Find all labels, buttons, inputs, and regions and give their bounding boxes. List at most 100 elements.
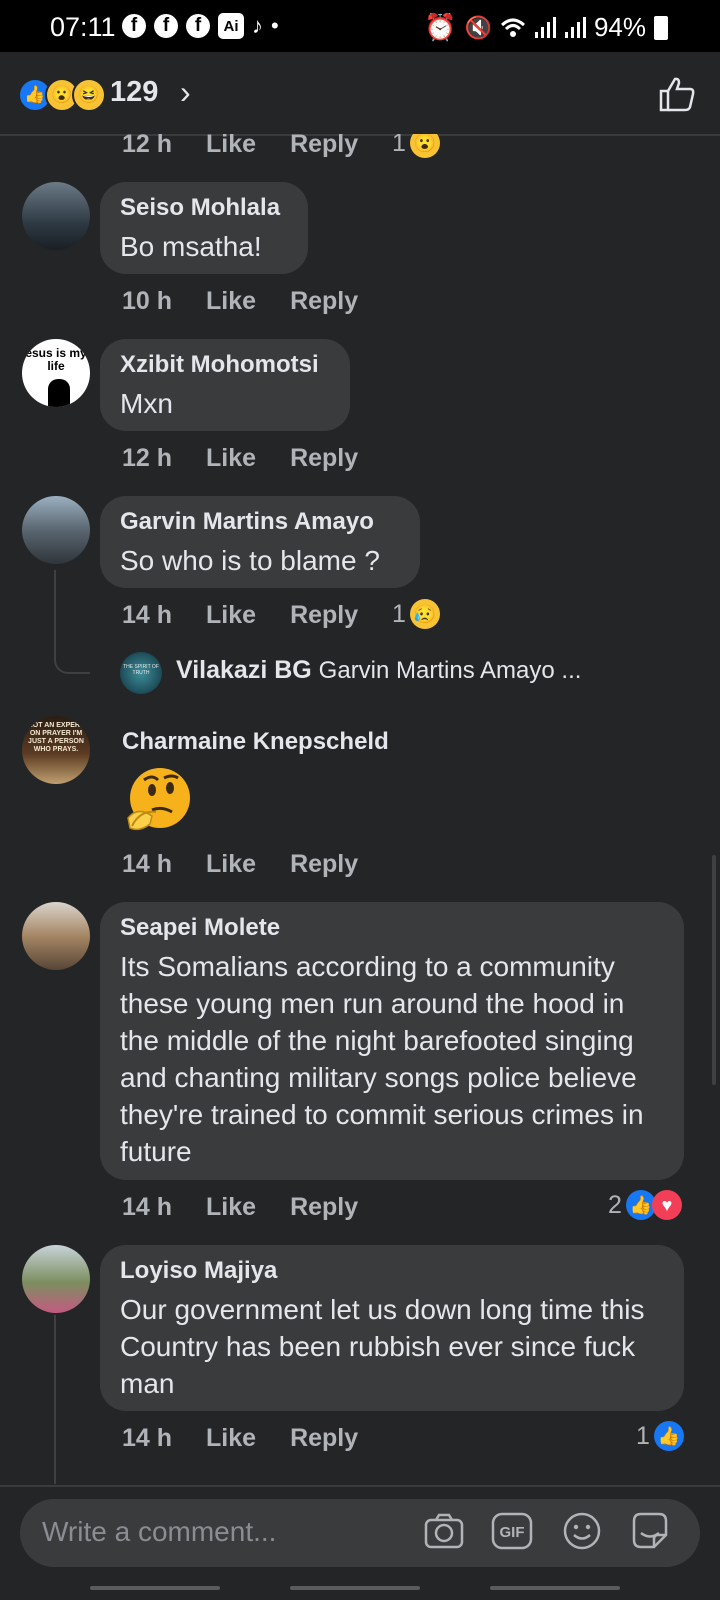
more-notifications-dot-icon: • [271, 13, 279, 38]
like-button[interactable]: Like [206, 287, 256, 316]
love-reaction-icon: ♥ [651, 1190, 682, 1220]
system-nav-bar [0, 1576, 720, 1600]
reply-snippet: Garvin Martins Amayo ... [318, 657, 582, 684]
comment-actions: 14 h Like Reply [122, 850, 358, 879]
comment-time: 14 h [122, 1193, 173, 1221]
comment-text: Bo msatha! [120, 231, 262, 262]
facebook-notification-icon: f [122, 14, 146, 38]
like-button[interactable]: Like [206, 1193, 256, 1222]
comment-actions: 14 h Like Reply [122, 1193, 358, 1222]
comments-list[interactable]: 12 h Like Reply 1 😮 Seiso Mohlala Bo msa… [0, 134, 720, 1484]
comment-author[interactable]: Xzibit Mohomotsi [120, 351, 330, 379]
avatar-text: NOT AN EXPERT ON PRAYER I'M JUST A PERSO… [27, 722, 85, 753]
like-post-icon[interactable] [658, 76, 696, 112]
thinking-face-emoji [127, 768, 190, 831]
signal-icon [564, 16, 586, 38]
avatar[interactable]: esus is my life [22, 339, 90, 407]
comment-bubble[interactable]: Xzibit Mohomotsi Mxn [100, 339, 350, 431]
like-button[interactable]: Like [206, 134, 256, 159]
comment-time: 14 h [122, 601, 173, 629]
reply-preview[interactable]: Vilakazi BG Garvin Martins Amayo ... [176, 656, 581, 685]
comment-bubble[interactable]: Loyiso Majiya Our government let us down… [100, 1245, 684, 1411]
comment-author[interactable]: Seiso Mohlala [120, 194, 288, 222]
comment-author[interactable]: Seapei Molete [120, 914, 664, 942]
avatar[interactable]: NOT AN EXPERT ON PRAYER I'M JUST A PERSO… [22, 716, 90, 784]
svg-text:GIF: GIF [500, 1524, 525, 1541]
comment-actions: 12 h Like Reply [122, 444, 358, 473]
comment-bubble[interactable]: Garvin Martins Amayo So who is to blame … [100, 496, 420, 588]
emoji-icon[interactable] [560, 1509, 604, 1553]
comment-actions: 12 h Like Reply [122, 134, 358, 159]
thread-line [54, 570, 90, 674]
comment-reactions[interactable]: 2 👍 ♥ [608, 1190, 682, 1220]
chevron-right-icon[interactable]: › [180, 74, 191, 111]
status-bar: 07:11 f f f Ai ♪ • ⏰ 🔇 94% [0, 0, 720, 52]
comment-bubble[interactable]: Seapei Molete Its Somalians according to… [100, 902, 684, 1180]
sticker-icon[interactable] [628, 1509, 672, 1553]
like-button[interactable]: Like [206, 850, 256, 879]
battery-level: 94% [593, 12, 646, 42]
reaction-summary[interactable]: 👍 😮 😆 [18, 78, 106, 112]
comment-author[interactable]: Loyiso Majiya [120, 1257, 664, 1285]
comment-author[interactable]: Garvin Martins Amayo [120, 508, 400, 536]
wifi-icon [500, 18, 525, 37]
comment-actions: 14 h Like Reply [122, 1424, 358, 1453]
camera-icon[interactable] [422, 1509, 466, 1553]
comment-time: 14 h [122, 1424, 173, 1452]
like-reaction-icon: 👍 [653, 1421, 684, 1451]
comment-reactions[interactable]: 1 😥 [392, 599, 440, 629]
reply-button[interactable]: Reply [290, 444, 358, 473]
comment-text: Our government let us down long time thi… [120, 1294, 667, 1399]
reply-button[interactable]: Reply [290, 1193, 358, 1222]
wow-reaction-icon: 😮 [409, 134, 440, 158]
status-time: 07:11 [50, 12, 116, 42]
silhouette [48, 379, 70, 407]
reply-button[interactable]: Reply [290, 134, 358, 159]
reply-button[interactable]: Reply [290, 1424, 358, 1453]
reply-button[interactable]: Reply [290, 850, 358, 879]
facebook-notification-icon: f [186, 14, 210, 38]
comment-bubble[interactable]: Seiso Mohlala Bo msatha! [100, 182, 308, 274]
sad-reaction-icon: 😥 [409, 599, 440, 629]
home-button[interactable] [290, 1586, 420, 1590]
comment-composer: Write a comment... GIF [0, 1485, 720, 1577]
avatar[interactable] [22, 182, 90, 250]
comment-author[interactable]: Charmaine Knepscheld [122, 728, 389, 756]
like-button[interactable]: Like [206, 444, 256, 473]
reply-button[interactable]: Reply [290, 601, 358, 630]
comment-time: 10 h [122, 287, 173, 315]
reaction-count: 1 [392, 599, 406, 628]
haha-reaction-icon: 😆 [72, 78, 106, 112]
back-button[interactable] [490, 1586, 620, 1590]
like-button[interactable]: Like [206, 601, 256, 630]
gif-icon[interactable]: GIF [490, 1509, 534, 1553]
avatar[interactable] [22, 496, 90, 564]
comment-input[interactable]: Write a comment... GIF [20, 1499, 700, 1567]
reactions-header: 👍 😮 😆 129 › [0, 52, 720, 136]
comment-text: Mxn [120, 388, 173, 419]
avatar[interactable] [22, 1245, 90, 1313]
reply-author: Vilakazi BG [176, 656, 312, 684]
comment-actions: 10 h Like Reply [122, 287, 358, 316]
scrollbar[interactable] [712, 855, 716, 1085]
system-icons: ⏰ 🔇 94% [424, 12, 668, 43]
tiktok-icon: ♪ [252, 13, 263, 38]
recents-button[interactable] [90, 1586, 220, 1590]
notification-icons: f f f Ai ♪ • [122, 13, 279, 39]
comment-reactions[interactable]: 1 👍 [636, 1421, 684, 1451]
avatar[interactable] [22, 902, 90, 970]
battery-icon [654, 15, 668, 40]
reply-avatar[interactable]: THE SPIRIT OF TRUTH [120, 652, 162, 694]
reaction-count: 1 [392, 134, 406, 157]
comment-text: Its Somalians according to a community t… [120, 951, 644, 1167]
reaction-count[interactable]: 129 [110, 76, 158, 109]
like-button[interactable]: Like [206, 1424, 256, 1453]
mute-icon: 🔇 [464, 14, 492, 40]
avatar-text: THE SPIRIT OF TRUTH [123, 664, 159, 676]
signal-icon [534, 16, 556, 38]
facebook-notification-icon: f [154, 14, 178, 38]
reply-button[interactable]: Reply [290, 287, 358, 316]
comment-time: 14 h [122, 850, 173, 878]
comment-reactions[interactable]: 1 😮 [392, 134, 440, 158]
avatar-text: esus is my life [25, 346, 87, 373]
